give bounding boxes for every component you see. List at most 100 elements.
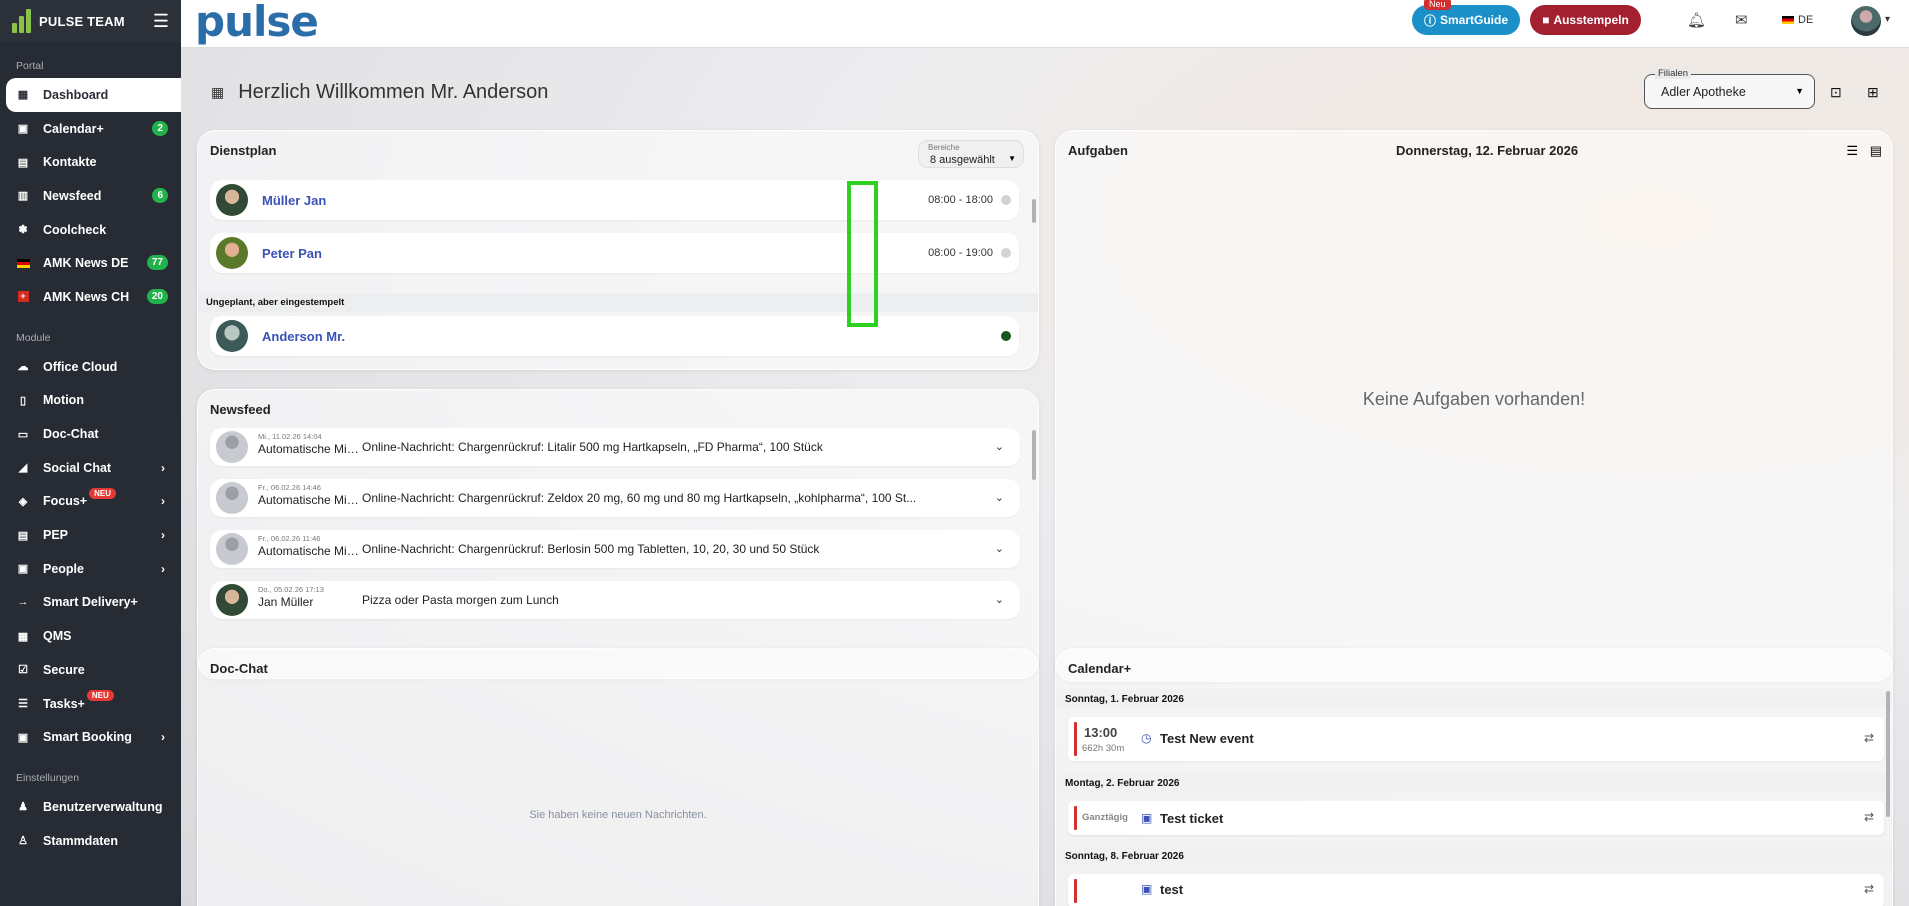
scrollbar[interactable]	[1032, 199, 1036, 223]
pulse-logo[interactable]: pulse	[195, 0, 319, 46]
grid-icon[interactable]: ⊞	[1867, 84, 1879, 101]
sidebar-item-newsfeed[interactable]: ▥ Newsfeed 6	[0, 179, 181, 213]
newsfeed-author: Automatische Mitteilung	[258, 493, 360, 507]
pulse-logo-icon	[12, 9, 31, 33]
dienstplan-row[interactable]: Müller Jan 08:00 - 18:00	[210, 180, 1019, 220]
chevron-down-icon[interactable]: ⌄	[995, 542, 1004, 555]
newsfeed-item[interactable]: Fr., 06.02.26 11:46Automatische Mitteilu…	[210, 530, 1020, 568]
card-view-icon[interactable]: ▤	[1870, 143, 1882, 159]
avatar	[216, 431, 248, 463]
bereiche-label: Bereiche	[928, 143, 960, 152]
people-icon: ▣	[17, 563, 29, 576]
menu-icon[interactable]: ☰	[153, 11, 169, 32]
chevron-right-icon: ›	[161, 730, 165, 745]
filial-value: Adler Apotheke	[1661, 85, 1746, 99]
user-avatar[interactable]	[1851, 6, 1881, 36]
sidebar-item-benutzerverwaltung[interactable]: ♟ Benutzerverwaltung	[0, 790, 181, 824]
caret-down-icon: ▼	[1795, 86, 1804, 96]
list-view-icon[interactable]: ☰	[1846, 143, 1858, 159]
employee-name[interactable]: Peter Pan	[262, 246, 928, 261]
sidebar-item-tasks[interactable]: ☰ Tasks+ NEU	[0, 687, 181, 721]
calendar-icon: ▣	[1141, 882, 1153, 896]
status-dot	[1001, 331, 1011, 341]
newsfeed-item[interactable]: Fr., 06.02.26 14:46Automatische Mitteilu…	[210, 479, 1020, 517]
bereiche-select[interactable]: Bereiche 8 ausgewählt ▼	[918, 140, 1024, 168]
count-badge: 2	[152, 120, 168, 136]
avatar	[216, 237, 248, 269]
sidebar-item-smart-delivery[interactable]: → Smart Delivery+	[0, 586, 181, 620]
scrollbar[interactable]	[1886, 691, 1890, 817]
sidebar-item-label: Doc-Chat	[43, 427, 99, 442]
repeat-icon[interactable]: ⇄	[1864, 810, 1874, 824]
count-badge: 6	[152, 188, 168, 204]
sidebar-item-label: PEP	[43, 528, 69, 543]
sidebar-item-label: Stammdaten	[43, 833, 119, 848]
sidebar-item-focus[interactable]: ◈ Focus+ NEU ›	[0, 485, 181, 519]
mail-icon[interactable]: ✉	[1735, 11, 1748, 29]
avatar	[216, 184, 248, 216]
chevron-down-icon[interactable]: ⌄	[995, 491, 1004, 504]
sidebar-item-smart-booking[interactable]: ▣ Smart Booking ›	[0, 720, 181, 754]
layout-icon[interactable]: ⊡	[1830, 84, 1842, 101]
newsfeed-item[interactable]: Mi., 11.02.26 14:04Automatische Mitteilu…	[210, 428, 1020, 466]
sidebar-item-office-cloud[interactable]: ☁ Office Cloud	[0, 350, 181, 384]
new-badge: NEU	[89, 487, 117, 499]
calendar-event[interactable]: Ganztägig ▣ Test ticket ⇄	[1068, 801, 1884, 835]
chevron-down-icon[interactable]: ▾	[1885, 14, 1890, 25]
arrow-icon: →	[17, 596, 29, 609]
help-icon: ⓘ	[1423, 13, 1436, 28]
sidebar-item-doc-chat[interactable]: ▭ Doc-Chat	[0, 417, 181, 451]
newsfeed-author: Automatische Mitteilung	[258, 442, 360, 456]
sidebar-item-coolcheck[interactable]: ✽ Coolcheck	[0, 213, 181, 247]
caret-down-icon: ▼	[1008, 154, 1016, 163]
newsfeed-text: Online-Nachricht: Chargenrückruf: Litali…	[362, 440, 823, 454]
ausstempeln-button[interactable]: ■ Ausstempeln	[1530, 5, 1641, 35]
sidebar-item-dashboard[interactable]: ▦ Dashboard	[6, 78, 181, 112]
repeat-icon[interactable]: ⇄	[1864, 731, 1874, 745]
dienstplan-card: Dienstplan Bereiche 8 ausgewählt ▼ Mülle…	[197, 130, 1039, 370]
sidebar-item-label: Smart Booking	[43, 730, 132, 745]
docchat-title: Doc-Chat	[210, 661, 268, 676]
sidebar-item-pep[interactable]: ▤ PEP ›	[0, 518, 181, 552]
docchat-card: Doc-Chat Sie haben keine neuen Nachricht…	[197, 648, 1039, 906]
section-portal: Portal	[16, 60, 44, 72]
dienstplan-row[interactable]: Peter Pan 08:00 - 19:00	[210, 233, 1019, 273]
aufgaben-date: Donnerstag, 12. Februar 2026	[1396, 143, 1579, 158]
employee-name[interactable]: Anderson Mr.	[262, 329, 1019, 344]
event-allday: Ganztägig	[1082, 812, 1128, 823]
sidebar-item-motion[interactable]: ▯ Motion	[0, 384, 181, 418]
status-dot	[1001, 248, 1011, 258]
chevron-right-icon: ›	[161, 494, 165, 509]
newsfeed-date: Fr., 06.02.26 14:46	[258, 483, 321, 492]
newsfeed-text: Pizza oder Pasta morgen zum Lunch	[362, 593, 559, 607]
chevron-down-icon[interactable]: ⌄	[995, 593, 1004, 606]
sidebar-item-stammdaten[interactable]: ♙ Stammdaten	[0, 824, 181, 858]
bell-icon[interactable]: 🔔︎	[1687, 11, 1706, 29]
dienstplan-row[interactable]: Anderson Mr.	[210, 316, 1019, 356]
sidebar-item-label: Secure	[43, 662, 85, 677]
sidebar-item-social-chat[interactable]: ◢ Social Chat ›	[0, 451, 181, 485]
sidebar-item-amk-news-ch[interactable]: + AMK News CH 20	[0, 280, 181, 314]
topbar: pulse ⓘ SmartGuide Neu ■ Ausstempeln 🔔︎ ✉ …	[181, 0, 1909, 48]
sidebar-item-amk-news-de[interactable]: AMK News DE 77	[0, 246, 181, 280]
calendar-event[interactable]: ▣ test ⇄	[1068, 874, 1884, 906]
calendar-card: Calendar+ Sonntag, 1. Februar 2026 13:00…	[1055, 648, 1893, 906]
contacts-icon: ▤	[17, 156, 29, 169]
calendar-event[interactable]: 13:00 662h 30m ◷ Test New event ⇄	[1068, 717, 1884, 761]
chevron-down-icon[interactable]: ⌄	[995, 440, 1004, 453]
employee-name[interactable]: Müller Jan	[262, 193, 928, 208]
language-selector[interactable]: DE	[1782, 14, 1813, 26]
sidebar-item-people[interactable]: ▣ People ›	[0, 552, 181, 586]
page-header: ▦ Herzlich Willkommen Mr. Anderson	[211, 81, 548, 104]
sidebar-item-secure[interactable]: ☑ Secure	[0, 653, 181, 687]
sidebar-item-label: Kontakte	[43, 155, 97, 170]
repeat-icon[interactable]: ⇄	[1864, 882, 1874, 896]
avatar	[216, 482, 248, 514]
sidebar-item-kontakte[interactable]: ▤ Kontakte	[0, 145, 181, 179]
sidebar-item-qms[interactable]: ▦ QMS	[0, 619, 181, 653]
filial-select[interactable]: Filialen Adler Apotheke ▼	[1644, 68, 1815, 109]
scrollbar[interactable]	[1032, 430, 1036, 480]
newsfeed-item[interactable]: Do., 05.02.26 17:13 Jan Müller Pizza oder …	[210, 581, 1020, 619]
sidebar-item-calendar[interactable]: ▣ Calendar+ 2	[0, 112, 181, 146]
chevron-right-icon: ›	[161, 460, 165, 475]
